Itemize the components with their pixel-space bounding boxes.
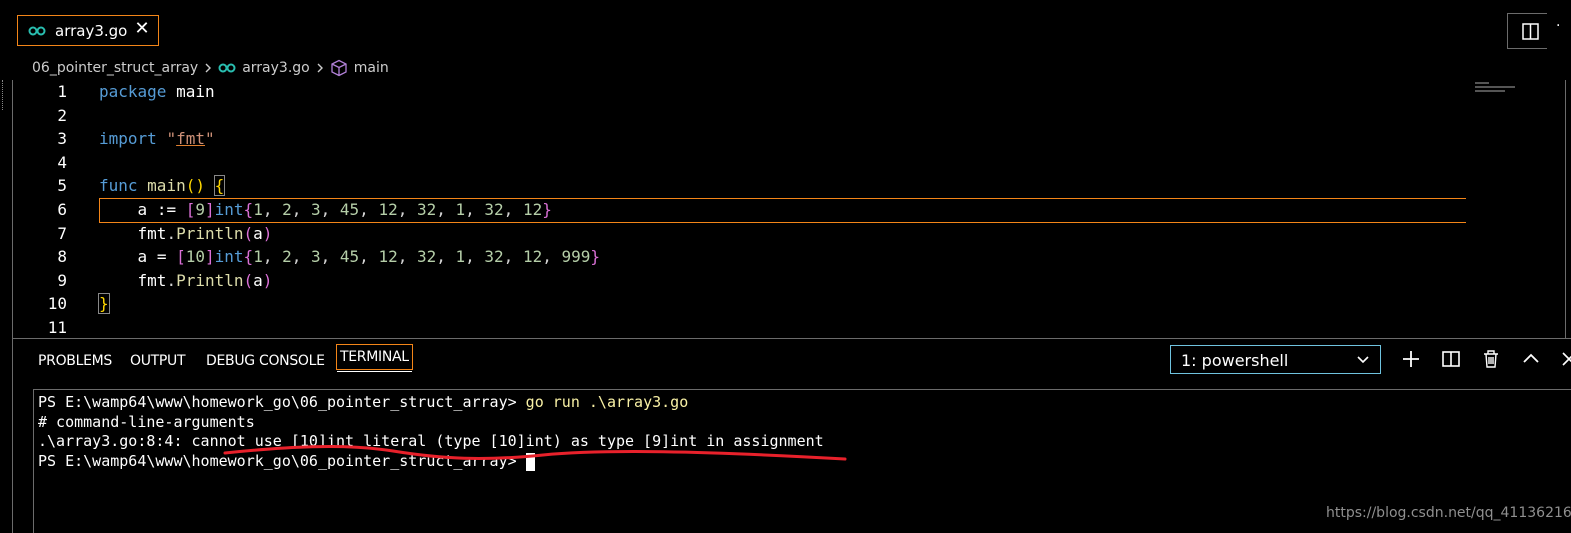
close-icon[interactable]: ✕ bbox=[133, 20, 151, 38]
chevron-right-icon bbox=[317, 63, 323, 73]
editor-tab-bar: array3.go ✕ · bbox=[0, 0, 1571, 55]
code-line: 1 package main bbox=[13, 80, 1466, 104]
split-editor-icon bbox=[1522, 23, 1539, 40]
minimap[interactable] bbox=[1475, 80, 1525, 104]
line-number: 7 bbox=[57, 224, 67, 243]
line-number: 9 bbox=[57, 271, 67, 290]
tab-problems[interactable]: PROBLEMS bbox=[38, 353, 112, 369]
line-number: 8 bbox=[57, 247, 67, 266]
chevron-up-icon[interactable] bbox=[1519, 347, 1543, 371]
line-number: 1 bbox=[57, 82, 67, 101]
breadcrumb-file[interactable]: array3.go bbox=[242, 60, 310, 76]
code-line: 10} bbox=[13, 292, 1466, 316]
split-terminal-icon[interactable] bbox=[1439, 347, 1463, 371]
code-line: 8 a = [10]int{1, 2, 3, 45, 12, 32, 1, 32… bbox=[13, 245, 1466, 269]
trash-icon[interactable] bbox=[1479, 347, 1503, 371]
code-editor[interactable]: 1 package main 2 3 import "fmt" 4 5 func ma… bbox=[12, 80, 1571, 338]
code-line: 4 bbox=[13, 151, 1466, 175]
red-underline-annotation bbox=[223, 445, 847, 461]
tab-array3-go[interactable]: array3.go ✕ bbox=[17, 15, 159, 46]
line-number: 5 bbox=[57, 176, 67, 195]
terminal-line: # command-line-arguments bbox=[38, 413, 255, 431]
tab-terminal[interactable]: TERMINAL bbox=[336, 344, 413, 372]
terminal-select[interactable]: 1: powershell bbox=[1170, 345, 1381, 374]
line-number: 11 bbox=[47, 318, 67, 337]
terminal-select-value: 1: powershell bbox=[1181, 351, 1289, 370]
watermark: https://blog.csdn.net/qq_41136216 bbox=[1326, 505, 1571, 521]
go-file-icon bbox=[28, 26, 46, 36]
line-number: 10 bbox=[47, 294, 67, 313]
chevron-right-icon bbox=[205, 63, 212, 73]
code-line: 6 a := [9]int{1, 2, 3, 45, 12, 32, 1, 32… bbox=[13, 198, 1466, 222]
tab-debug-console[interactable]: DEBUG CONSOLE bbox=[206, 353, 325, 369]
line-number: 3 bbox=[57, 129, 67, 148]
tab-output[interactable]: OUTPUT bbox=[130, 353, 186, 369]
bottom-panel: PROBLEMS OUTPUT DEBUG CONSOLE TERMINAL 1… bbox=[12, 338, 1571, 533]
editor-scrollbar[interactable] bbox=[1565, 80, 1566, 338]
terminal-command: go run .\array3.go bbox=[525, 393, 689, 411]
close-panel-icon[interactable] bbox=[1557, 347, 1571, 371]
symbol-cube-icon bbox=[331, 59, 347, 77]
split-editor-button[interactable] bbox=[1507, 13, 1547, 49]
tab-label: array3.go bbox=[55, 22, 128, 40]
go-file-icon bbox=[218, 63, 236, 73]
code-line: 7 fmt.Println(a) bbox=[13, 222, 1466, 246]
code-line: 2 bbox=[13, 104, 1466, 128]
breadcrumb: 06_pointer_struct_array array3.go main bbox=[32, 57, 389, 79]
terminal-line: PS E:\wamp64\www\homework_go\06_pointer_… bbox=[38, 392, 688, 412]
more-actions-icon[interactable]: · bbox=[1556, 18, 1560, 34]
activity-bar-edge bbox=[0, 80, 3, 110]
add-terminal-icon[interactable] bbox=[1399, 347, 1423, 371]
code-line: 5 func main() { bbox=[13, 174, 1466, 198]
line-number: 4 bbox=[57, 153, 67, 172]
line-number: 6 bbox=[57, 200, 67, 219]
code-line: 9 fmt.Println(a) bbox=[13, 269, 1466, 293]
breadcrumb-symbol[interactable]: main bbox=[354, 60, 389, 76]
terminal-prompt: PS E:\wamp64\www\homework_go\06_pointer_… bbox=[38, 393, 526, 411]
breadcrumb-folder[interactable]: 06_pointer_struct_array bbox=[32, 60, 198, 76]
chevron-down-icon bbox=[1357, 356, 1369, 364]
code-line: 11 bbox=[13, 316, 1466, 340]
line-number: 2 bbox=[57, 106, 67, 125]
code-line: 3 import "fmt" bbox=[13, 127, 1466, 151]
